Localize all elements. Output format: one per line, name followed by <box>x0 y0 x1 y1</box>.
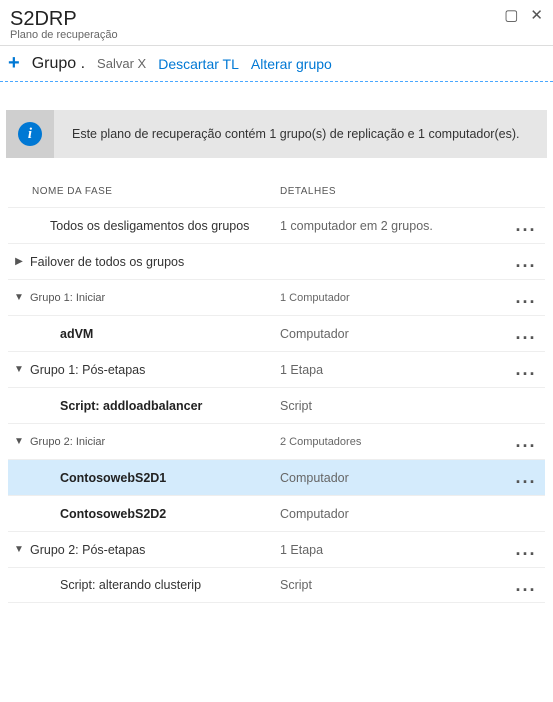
info-message: Este plano de recuperação contém 1 grupo… <box>72 127 519 141</box>
phase-cell: Grupo 2: Pós-etapas <box>30 543 280 557</box>
phase-cell: Todos os desligamentos dos grupos <box>30 219 280 233</box>
more-icon[interactable]: ... <box>511 431 541 452</box>
phase-label: adVM <box>30 327 93 341</box>
phase-label: Failover de todos os grupos <box>30 255 184 269</box>
more-icon[interactable]: ... <box>511 215 541 236</box>
window-controls: ▢ ✕ <box>504 6 543 24</box>
phase-table: NOME DA FASE DETALHES Todos os desligame… <box>0 178 553 603</box>
table-row[interactable]: Todos os desligamentos dos grupos 1 compu… <box>8 207 545 243</box>
phase-label: Grupo 2: Iniciar <box>30 436 105 448</box>
more-icon[interactable]: ... <box>511 575 541 596</box>
info-icon: i <box>18 122 42 146</box>
cancel-icon: X <box>138 56 147 71</box>
details-cell: Computador <box>280 471 511 485</box>
more-icon[interactable]: ... <box>511 251 541 272</box>
phase-cell: Script: alterando clusterip <box>30 578 280 592</box>
details-cell: 1 Computador <box>280 292 511 304</box>
blade-header: ▢ ✕ S2DRP Plano de recuperação <box>0 0 553 46</box>
details-cell: Computador <box>280 327 511 341</box>
close-icon[interactable]: ✕ <box>530 6 543 24</box>
table-row[interactable]: ContosowebS2D2 Computador <box>8 495 545 531</box>
col-details-header: DETALHES <box>280 186 545 197</box>
phase-label: Todos os desligamentos dos grupos <box>30 219 249 233</box>
more-icon[interactable]: ... <box>511 323 541 344</box>
collapse-icon[interactable]: ▼ <box>8 436 30 447</box>
details-cell: Computador <box>280 507 511 521</box>
collapse-icon[interactable]: ▼ <box>8 292 30 303</box>
more-icon[interactable]: ... <box>511 359 541 380</box>
phase-label: Grupo 1: Iniciar <box>30 292 105 304</box>
table-row[interactable]: Script: addloadbalancer Script <box>8 387 545 423</box>
more-icon[interactable]: ... <box>511 467 541 488</box>
page-subtitle: Plano de recuperação <box>10 29 543 41</box>
table-row[interactable]: ▼Grupo 2: Pós-etapas 1 Etapa... <box>8 531 545 567</box>
details-cell: 2 Computadores <box>280 436 511 448</box>
phase-label: Script: addloadbalancer <box>30 399 202 413</box>
phase-label: Grupo 1: Pós-etapas <box>30 363 145 377</box>
table-row[interactable]: ▼Grupo 1: Pós-etapas 1 Etapa... <box>8 351 545 387</box>
details-cell: 1 computador em 2 grupos. <box>280 219 511 233</box>
page-title: S2DRP <box>10 8 543 31</box>
phase-label: Grupo 2: Pós-etapas <box>30 543 145 557</box>
add-icon[interactable]: + <box>8 52 20 75</box>
phase-label: ContosowebS2D2 <box>30 507 166 521</box>
details-cell: Script <box>280 399 511 413</box>
discard-button[interactable]: Descartar TL <box>158 56 239 72</box>
table-row[interactable]: Script: alterando clusterip Script... <box>8 567 545 603</box>
table-header: NOME DA FASE DETALHES <box>8 178 545 207</box>
phase-label: ContosowebS2D1 <box>30 471 166 485</box>
restore-icon[interactable]: ▢ <box>504 6 518 24</box>
details-cell: Script <box>280 578 511 592</box>
collapse-icon[interactable]: ▼ <box>8 544 30 555</box>
col-phase-header: NOME DA FASE <box>32 186 280 197</box>
info-icon-box: i <box>6 110 54 158</box>
phase-cell: adVM <box>30 327 280 341</box>
phase-cell: Failover de todos os grupos <box>30 255 280 269</box>
details-cell: 1 Etapa <box>280 543 511 557</box>
table-row[interactable]: ▼Grupo 2: Iniciar 2 Computadores... <box>8 423 545 459</box>
table-row[interactable]: ▶Failover de todos os grupos... <box>8 243 545 279</box>
details-cell: 1 Etapa <box>280 363 511 377</box>
phase-cell: ContosowebS2D1 <box>30 471 280 485</box>
phase-cell: Script: addloadbalancer <box>30 399 280 413</box>
save-button[interactable]: Salvar X <box>97 56 146 71</box>
collapse-icon[interactable]: ▼ <box>8 364 30 375</box>
expand-icon[interactable]: ▶ <box>8 256 30 267</box>
phase-cell: Grupo 2: Iniciar <box>30 436 280 448</box>
info-bar: i Este plano de recuperação contém 1 gru… <box>6 110 547 158</box>
phase-cell: Grupo 1: Pós-etapas <box>30 363 280 377</box>
phase-cell: Grupo 1: Iniciar <box>30 292 280 304</box>
table-row[interactable]: ▼Grupo 1: Iniciar 1 Computador... <box>8 279 545 315</box>
phase-label: Script: alterando clusterip <box>30 578 201 592</box>
phase-cell: ContosowebS2D2 <box>30 507 280 521</box>
more-icon[interactable]: ... <box>511 539 541 560</box>
table-row[interactable]: ContosowebS2D1 Computador... <box>8 459 545 495</box>
toolbar: + Grupo . Salvar X Descartar TL Alterar … <box>0 46 553 82</box>
change-group-button[interactable]: Alterar grupo <box>251 56 332 72</box>
group-menu[interactable]: Grupo . <box>32 55 85 73</box>
table-row[interactable]: adVM Computador... <box>8 315 545 351</box>
more-icon[interactable]: ... <box>511 287 541 308</box>
